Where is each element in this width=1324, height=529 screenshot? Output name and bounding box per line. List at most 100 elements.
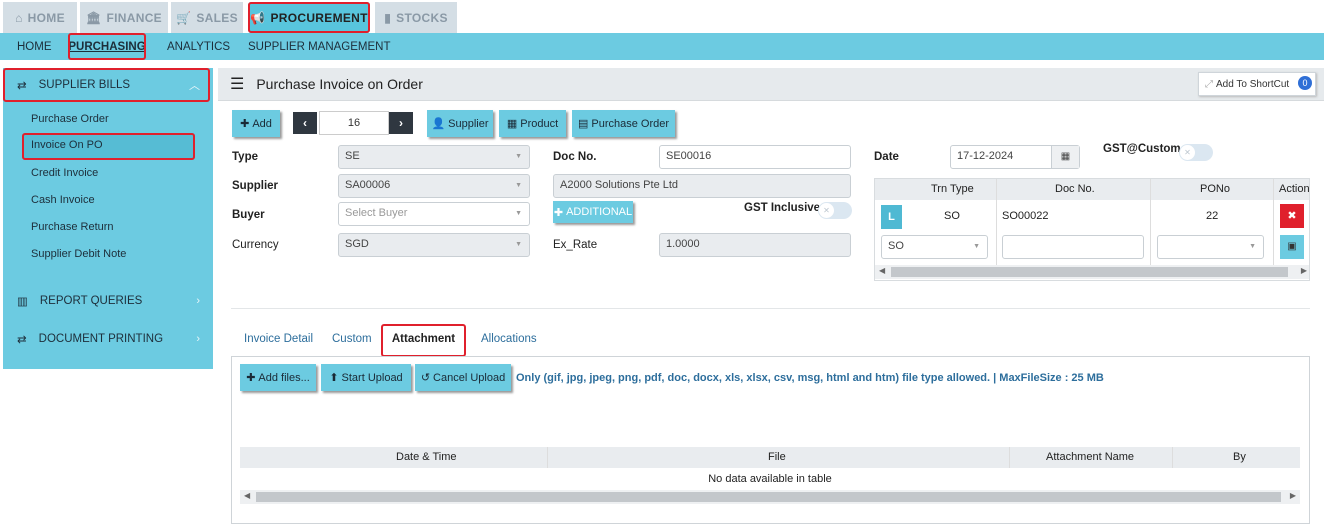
caret-down-icon: ▼ — [1249, 243, 1256, 250]
exrate-label: Ex_Rate — [553, 239, 598, 251]
chevron-right-icon: › — [196, 333, 200, 345]
sidebar-item-credit-invoice[interactable]: Credit Invoice — [31, 167, 98, 179]
user-icon: 👤 — [431, 118, 446, 130]
sidebar: ⇄ SUPPLIER BILLS ︿ Purchase Order Invoic… — [3, 68, 213, 369]
sidebar-section-document-printing[interactable]: ⇄ DOCUMENT PRINTING › — [3, 322, 210, 356]
caret-down-icon: ▼ — [515, 182, 522, 189]
product-button[interactable]: ▦ Product — [499, 110, 566, 137]
add-shortcut-button[interactable]: ⤢ Add To ShortCut 0 — [1198, 72, 1316, 96]
date-input[interactable]: 17-12-2024 ▦ — [950, 145, 1080, 169]
save-row-button[interactable]: ▣ — [1280, 235, 1304, 259]
sidebar-section-supplier-bills[interactable]: ⇄ SUPPLIER BILLS ︿ — [3, 68, 210, 102]
type-select[interactable]: SE ▼ — [338, 145, 530, 169]
sidebar-item-invoice-on-po[interactable]: Invoice On PO — [22, 133, 195, 160]
add-button[interactable]: ✚ Add — [232, 110, 280, 137]
plus-icon: ✚ — [553, 206, 564, 219]
sidebar-item-purchase-order[interactable]: Purchase Order — [31, 113, 109, 125]
close-icon: ✕ — [819, 203, 834, 218]
upload-icon: ⬆ — [329, 372, 339, 384]
buyer-select[interactable]: Select Buyer ▼ — [338, 202, 530, 226]
currency-label: Currency — [232, 239, 279, 251]
swap-icon: ⇄ — [17, 334, 27, 346]
sidebar-item-supplier-debit-note[interactable]: Supplier Debit Note — [31, 248, 126, 260]
page-title: Purchase Invoice on Order — [256, 76, 423, 92]
tab-finance[interactable]: 🏛 FINANCE — [80, 2, 168, 33]
delete-button[interactable]: ✖ — [1280, 204, 1304, 228]
tab-home[interactable]: ⌂ HOME — [3, 2, 77, 33]
docno-input[interactable]: SE00016 — [659, 145, 851, 169]
barchart-icon: ▮ — [384, 10, 392, 25]
sidebar-item-cash-invoice[interactable]: Cash Invoice — [31, 194, 95, 206]
arrow-right-icon: ▶ — [1300, 266, 1307, 275]
module-tabbar: ⌂ HOME 🏛 FINANCE 🛒 SALES 📢 PROCUREMENT ▮ STOC… — [0, 0, 1324, 33]
tab-stocks[interactable]: ▮ STOCKS — [375, 2, 457, 33]
chevron-right-icon: › — [399, 116, 403, 130]
home-icon: ⌂ — [15, 10, 23, 25]
trn-type-cell: SO — [944, 210, 960, 222]
gst-custom-toggle[interactable]: ✕ — [1179, 144, 1213, 161]
empty-table-message: No data available in table — [708, 473, 832, 485]
supplier-name-field: A2000 Solutions Pte Ltd — [553, 174, 851, 198]
caret-down-icon: ▼ — [515, 241, 522, 248]
plus-icon: ✚ — [240, 118, 250, 130]
hamburger-icon[interactable]: ☰ — [230, 74, 244, 94]
trn-table: Trn Type Doc No. PONo Action L SO SO0002… — [874, 178, 1310, 281]
page-number-input[interactable]: 16 — [319, 111, 389, 135]
currency-select[interactable]: SGD ▼ — [338, 233, 530, 257]
additional-button[interactable]: ✚ ADDITIONAL — [553, 201, 633, 223]
supplier-label: Supplier — [232, 180, 279, 192]
tab-attachment[interactable]: Attachment — [381, 324, 466, 357]
type-label: Type — [232, 151, 258, 163]
subtab-purchasing[interactable]: PURCHASING — [68, 33, 146, 60]
exrate-input[interactable]: 1.0000 — [659, 233, 851, 257]
row-tag[interactable]: L — [881, 205, 902, 229]
prev-button[interactable]: ‹ — [293, 112, 317, 134]
supplier-select[interactable]: SA00006 ▼ — [338, 174, 530, 198]
tab-sales[interactable]: 🛒 SALES — [171, 2, 243, 33]
boxes-icon: ▦ — [506, 118, 518, 130]
document-icon: ▤ — [577, 118, 589, 130]
chevron-up-icon: ︿ — [189, 80, 200, 92]
trn-table-scrollbar[interactable]: ◀ ▶ — [875, 265, 1309, 279]
new-docno-input[interactable] — [1002, 235, 1144, 259]
add-files-button[interactable]: ✚ Add files... — [240, 364, 316, 391]
pin-icon: ⤢ — [1205, 78, 1213, 90]
arrow-left-icon: ◀ — [879, 266, 886, 275]
tab-custom[interactable]: Custom — [332, 333, 372, 345]
next-button[interactable]: › — [389, 112, 413, 134]
subtab-supplier-management[interactable]: SUPPLIER MANAGEMENT — [248, 33, 391, 60]
caret-down-icon: ▼ — [515, 153, 522, 160]
start-upload-button[interactable]: ⬆ Start Upload — [321, 364, 411, 391]
undo-icon: ↺ — [420, 372, 431, 384]
gst-inclusive-toggle[interactable]: ✕ — [818, 202, 852, 219]
tab-procurement[interactable]: 📢 PROCUREMENT — [248, 2, 370, 33]
subtab-analytics[interactable]: ANALYTICS — [167, 33, 230, 60]
subtab-home[interactable]: HOME — [17, 33, 52, 60]
new-pono-select[interactable]: ▼ — [1157, 235, 1264, 259]
tab-allocations[interactable]: Allocations — [481, 333, 537, 345]
purchase-order-button[interactable]: ▤ Purchase Order — [572, 110, 675, 137]
cart-icon: 🛒 — [176, 10, 192, 25]
close-icon: ✖ — [1287, 210, 1297, 222]
pono-cell: 22 — [1206, 210, 1219, 222]
arrow-left-icon: ◀ — [244, 491, 251, 500]
caret-down-icon: ▼ — [515, 210, 522, 217]
plus-icon: ✚ — [246, 372, 256, 384]
cancel-upload-button[interactable]: ↺ Cancel Upload — [415, 364, 511, 391]
close-icon: ✕ — [1180, 145, 1195, 160]
report-icon: ▥ — [17, 296, 28, 308]
page-header: ☰ Purchase Invoice on Order ⤢ Add To Sho… — [218, 68, 1324, 101]
gst-custom-label: GST@Custom — [1103, 143, 1181, 155]
attachment-table-scrollbar[interactable]: ◀ ▶ — [240, 490, 1300, 504]
tab-invoice-detail[interactable]: Invoice Detail — [244, 333, 313, 345]
new-trn-type-select[interactable]: SO ▼ — [881, 235, 988, 259]
calendar-icon[interactable]: ▦ — [1051, 146, 1079, 168]
caret-down-icon: ▼ — [973, 243, 980, 250]
sidebar-section-report-queries[interactable]: ▥ REPORT QUERIES › — [3, 284, 210, 318]
sidebar-item-purchase-return[interactable]: Purchase Return — [31, 221, 114, 233]
supplier-button[interactable]: 👤 Supplier — [427, 110, 493, 137]
attachment-table-header: Date & Time File Attachment Name By — [240, 447, 1300, 468]
bank-icon: 🏛 — [86, 10, 102, 25]
save-icon: ▣ — [1287, 241, 1297, 252]
arrow-right-icon: ▶ — [1289, 491, 1296, 500]
